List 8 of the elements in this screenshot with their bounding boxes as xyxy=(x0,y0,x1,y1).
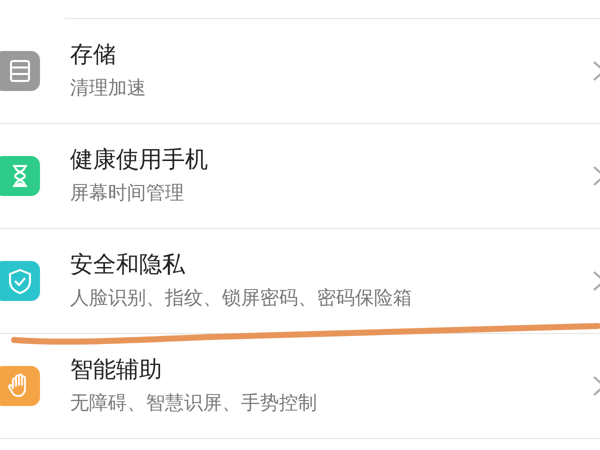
item-subtitle: 清理加速 xyxy=(70,77,147,100)
item-title[interactable]: 安全和隐私 xyxy=(70,252,600,280)
item-title[interactable]: 存储 xyxy=(70,42,600,70)
item-title[interactable]: 健康使用手机 xyxy=(70,146,600,174)
item-subtitle: 屏幕时间管理 xyxy=(70,182,185,206)
item-subtitle: 无障碍、智慧识屏、手势控制 xyxy=(70,392,318,416)
item-title[interactable]: 智能辅助 xyxy=(70,356,600,384)
item-subtitle: 人脸识别、指纹、锁屏密码、密码保险箱 xyxy=(70,287,413,310)
